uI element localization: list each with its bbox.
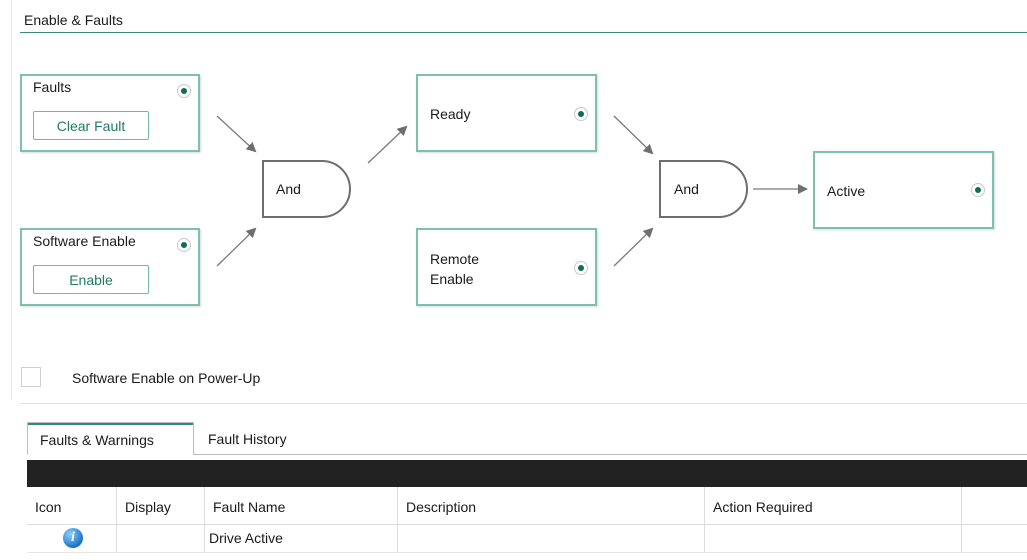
col-header-description[interactable]: Description xyxy=(398,487,705,524)
ready-node: Ready xyxy=(416,74,597,152)
software-enable-status-indicator xyxy=(177,238,191,252)
software-enable-label: Software Enable xyxy=(33,233,136,249)
active-status-indicator xyxy=(971,183,985,197)
software-enable-power-up-label: Software Enable on Power-Up xyxy=(72,370,261,386)
options-divider xyxy=(20,403,1027,404)
cell-extra xyxy=(962,525,1027,552)
tab-faults-warnings[interactable]: Faults & Warnings xyxy=(27,422,194,455)
tab-fault-history[interactable]: Fault History xyxy=(208,431,287,447)
arrow-faults-to-and xyxy=(216,115,257,153)
ready-status-indicator xyxy=(574,107,588,121)
tab-strip-rule xyxy=(194,454,1027,455)
software-enable-node: Software Enable Enable xyxy=(20,228,200,306)
table-header-row: Icon Display Fault Name Description Acti… xyxy=(27,487,1027,525)
remote-enable-node: Remote Enable xyxy=(416,228,597,306)
faults-node: Faults Clear Fault xyxy=(20,74,200,152)
cell-description xyxy=(398,525,705,552)
and-gate-2-label: And xyxy=(674,181,699,197)
col-header-action-required[interactable]: Action Required xyxy=(705,487,962,524)
active-label: Active xyxy=(827,183,866,199)
ready-label: Ready xyxy=(430,106,471,122)
cell-action-required xyxy=(705,525,962,552)
enable-button[interactable]: Enable xyxy=(33,265,149,294)
active-node: Active xyxy=(813,151,994,229)
arrow-and-to-ready xyxy=(367,125,408,164)
col-header-extra xyxy=(962,487,1027,524)
col-header-fault-name[interactable]: Fault Name xyxy=(205,487,398,524)
table-row[interactable]: i Drive Active xyxy=(27,525,1027,553)
arrow-remote-to-and xyxy=(613,227,654,267)
software-enable-power-up-checkbox[interactable] xyxy=(21,367,41,387)
arrow-enable-to-and xyxy=(216,227,257,267)
cell-icon: i xyxy=(27,525,117,552)
faults-status-indicator xyxy=(177,84,191,98)
arrow-ready-to-and xyxy=(613,115,654,155)
and-gate-1-label: And xyxy=(276,181,301,197)
clear-fault-button[interactable]: Clear Fault xyxy=(33,111,149,140)
grid-toolbar xyxy=(27,460,1027,487)
info-icon: i xyxy=(63,528,83,548)
remote-enable-status-indicator xyxy=(574,261,588,275)
tab-faults-warnings-label: Faults & Warnings xyxy=(40,432,154,448)
faults-label: Faults xyxy=(33,79,72,95)
remote-enable-label: Remote Enable xyxy=(430,251,480,287)
cell-display xyxy=(117,525,205,552)
col-header-icon[interactable]: Icon xyxy=(27,487,117,524)
cell-fault-name: Drive Active xyxy=(205,525,398,552)
col-header-display[interactable]: Display xyxy=(117,487,205,524)
